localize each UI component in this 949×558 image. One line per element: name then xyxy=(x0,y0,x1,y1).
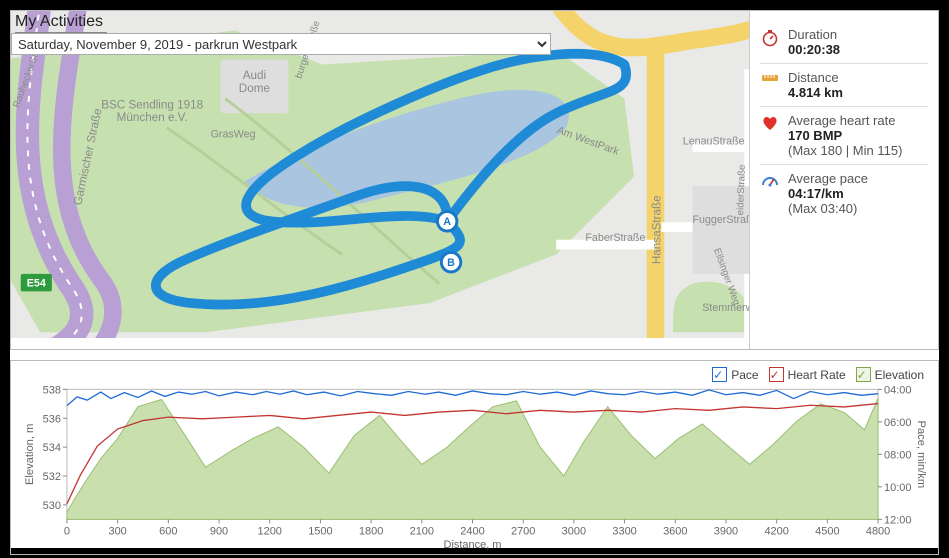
ruler-icon xyxy=(760,70,780,100)
stat-pace: Average pace04:17/km(Max 03:40) xyxy=(760,165,928,222)
svg-text:A: A xyxy=(443,216,451,228)
label-stemmer: Stemmerwiese xyxy=(702,302,749,314)
svg-text:Pace, min/km: Pace, min/km xyxy=(915,421,927,489)
stat-sub: (Max 03:40) xyxy=(788,201,928,216)
svg-text:1200: 1200 xyxy=(258,525,282,537)
svg-text:4500: 4500 xyxy=(815,525,839,537)
svg-text:2700: 2700 xyxy=(511,525,535,537)
stat-label: Average pace xyxy=(788,171,928,186)
legend-pace[interactable]: ✓Pace xyxy=(712,367,758,382)
svg-text:532: 532 xyxy=(43,471,61,483)
stat-value: 4.814 km xyxy=(788,85,928,100)
label-faber: FaberStraße xyxy=(585,232,645,244)
legend-label: Heart Rate xyxy=(788,368,846,382)
label-lenau: LenauStraße xyxy=(683,135,745,147)
label-grasweg: GrasWeg xyxy=(211,129,256,141)
stat-label: Average heart rate xyxy=(788,113,928,128)
page-title: My Activities xyxy=(11,11,107,33)
svg-text:300: 300 xyxy=(108,525,126,537)
svg-text:4200: 4200 xyxy=(764,525,788,537)
marker-a: A xyxy=(437,212,456,231)
label-eiderstr: eiderStraße xyxy=(735,164,748,215)
stat-label: Distance xyxy=(788,70,928,85)
activity-select-wrap: Saturday, November 9, 2019 - parkrun Wes… xyxy=(11,33,551,55)
stat-duration: Duration00:20:38 xyxy=(760,21,928,64)
stat-distance: Distance4.814 km xyxy=(760,64,928,107)
svg-text:3900: 3900 xyxy=(714,525,738,537)
svg-text:538: 538 xyxy=(43,384,61,396)
svg-text:3600: 3600 xyxy=(663,525,687,537)
stopwatch-icon xyxy=(760,27,780,57)
svg-text:06:00: 06:00 xyxy=(884,417,911,429)
stat-value: 170 BMP xyxy=(788,128,928,143)
stat-heartrate: Average heart rate170 BMP(Max 180 | Min … xyxy=(760,107,928,165)
svg-text:3000: 3000 xyxy=(562,525,586,537)
svg-text:530: 530 xyxy=(43,500,61,512)
svg-text:2400: 2400 xyxy=(460,525,484,537)
legend-elevation[interactable]: ✓Elevation xyxy=(856,367,924,382)
stats-panel: Duration00:20:38 Distance4.814 km Averag… xyxy=(749,11,938,349)
svg-text:2100: 2100 xyxy=(410,525,434,537)
heart-icon xyxy=(760,113,780,158)
svg-text:04:00: 04:00 xyxy=(884,384,911,396)
stat-sub: (Max 180 | Min 115) xyxy=(788,143,928,158)
svg-text:B: B xyxy=(447,257,455,269)
highway-badge: E54 xyxy=(27,278,46,290)
svg-text:600: 600 xyxy=(159,525,177,537)
label-audi: AudiDome xyxy=(239,69,270,95)
route-map[interactable]: E54 A xyxy=(11,11,749,338)
stat-value: 04:17/km xyxy=(788,186,928,201)
svg-text:4800: 4800 xyxy=(866,525,890,537)
activity-chart[interactable]: 53053253453653804:0006:0008:0010:0012:00… xyxy=(19,367,930,550)
chart-panel: ✓Pace ✓Heart Rate ✓Elevation 530 532 534 53… xyxy=(10,360,939,555)
svg-text:536: 536 xyxy=(43,413,61,425)
label-hansa: HansaStraße xyxy=(650,195,663,264)
svg-text:1500: 1500 xyxy=(308,525,332,537)
legend-label: Pace xyxy=(731,368,758,382)
svg-text:1800: 1800 xyxy=(359,525,383,537)
legend-heartrate[interactable]: ✓Heart Rate xyxy=(769,367,846,382)
svg-text:10:00: 10:00 xyxy=(884,482,911,494)
activity-select[interactable]: Saturday, November 9, 2019 - parkrun Wes… xyxy=(11,33,551,55)
marker-b: B xyxy=(441,252,460,271)
svg-text:534: 534 xyxy=(43,442,61,454)
svg-text:Distance, m: Distance, m xyxy=(444,539,502,550)
svg-text:08:00: 08:00 xyxy=(884,449,911,461)
page-title-text: My Activities xyxy=(15,13,103,30)
legend-label: Elevation xyxy=(875,368,924,382)
stat-value: 00:20:38 xyxy=(788,42,928,57)
svg-text:900: 900 xyxy=(210,525,228,537)
svg-text:Elevation, m: Elevation, m xyxy=(24,424,36,485)
chart-legend: ✓Pace ✓Heart Rate ✓Elevation xyxy=(708,365,928,384)
gauge-icon xyxy=(760,171,780,216)
svg-text:0: 0 xyxy=(64,525,70,537)
svg-text:3300: 3300 xyxy=(612,525,636,537)
map-panel[interactable]: My Activities Saturday, November 9, 2019… xyxy=(11,11,749,349)
stat-label: Duration xyxy=(788,27,928,42)
